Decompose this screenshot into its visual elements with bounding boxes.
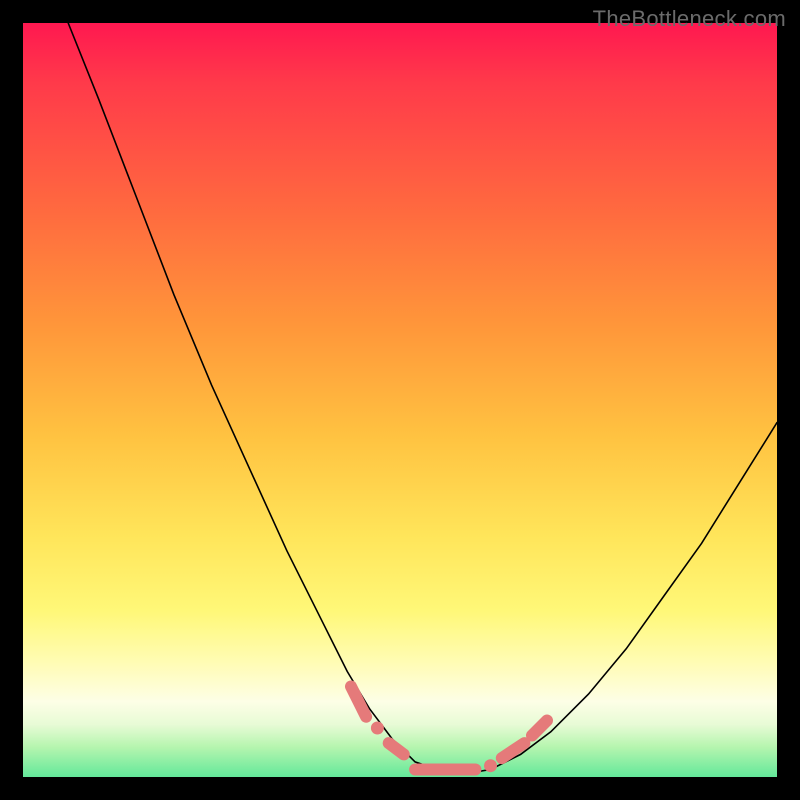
marker-segment [351, 687, 366, 717]
watermark-text: TheBottleneck.com [593, 6, 786, 32]
bottleneck-curve-line [68, 23, 777, 773]
marker-segment [532, 721, 547, 736]
bottleneck-chart [23, 23, 777, 777]
marker-segment [389, 743, 404, 754]
app-frame: TheBottleneck.com [0, 0, 800, 800]
optimal-zone-markers [351, 687, 547, 773]
marker-dot [484, 759, 497, 772]
marker-segment [502, 743, 525, 758]
marker-dot [371, 722, 384, 735]
